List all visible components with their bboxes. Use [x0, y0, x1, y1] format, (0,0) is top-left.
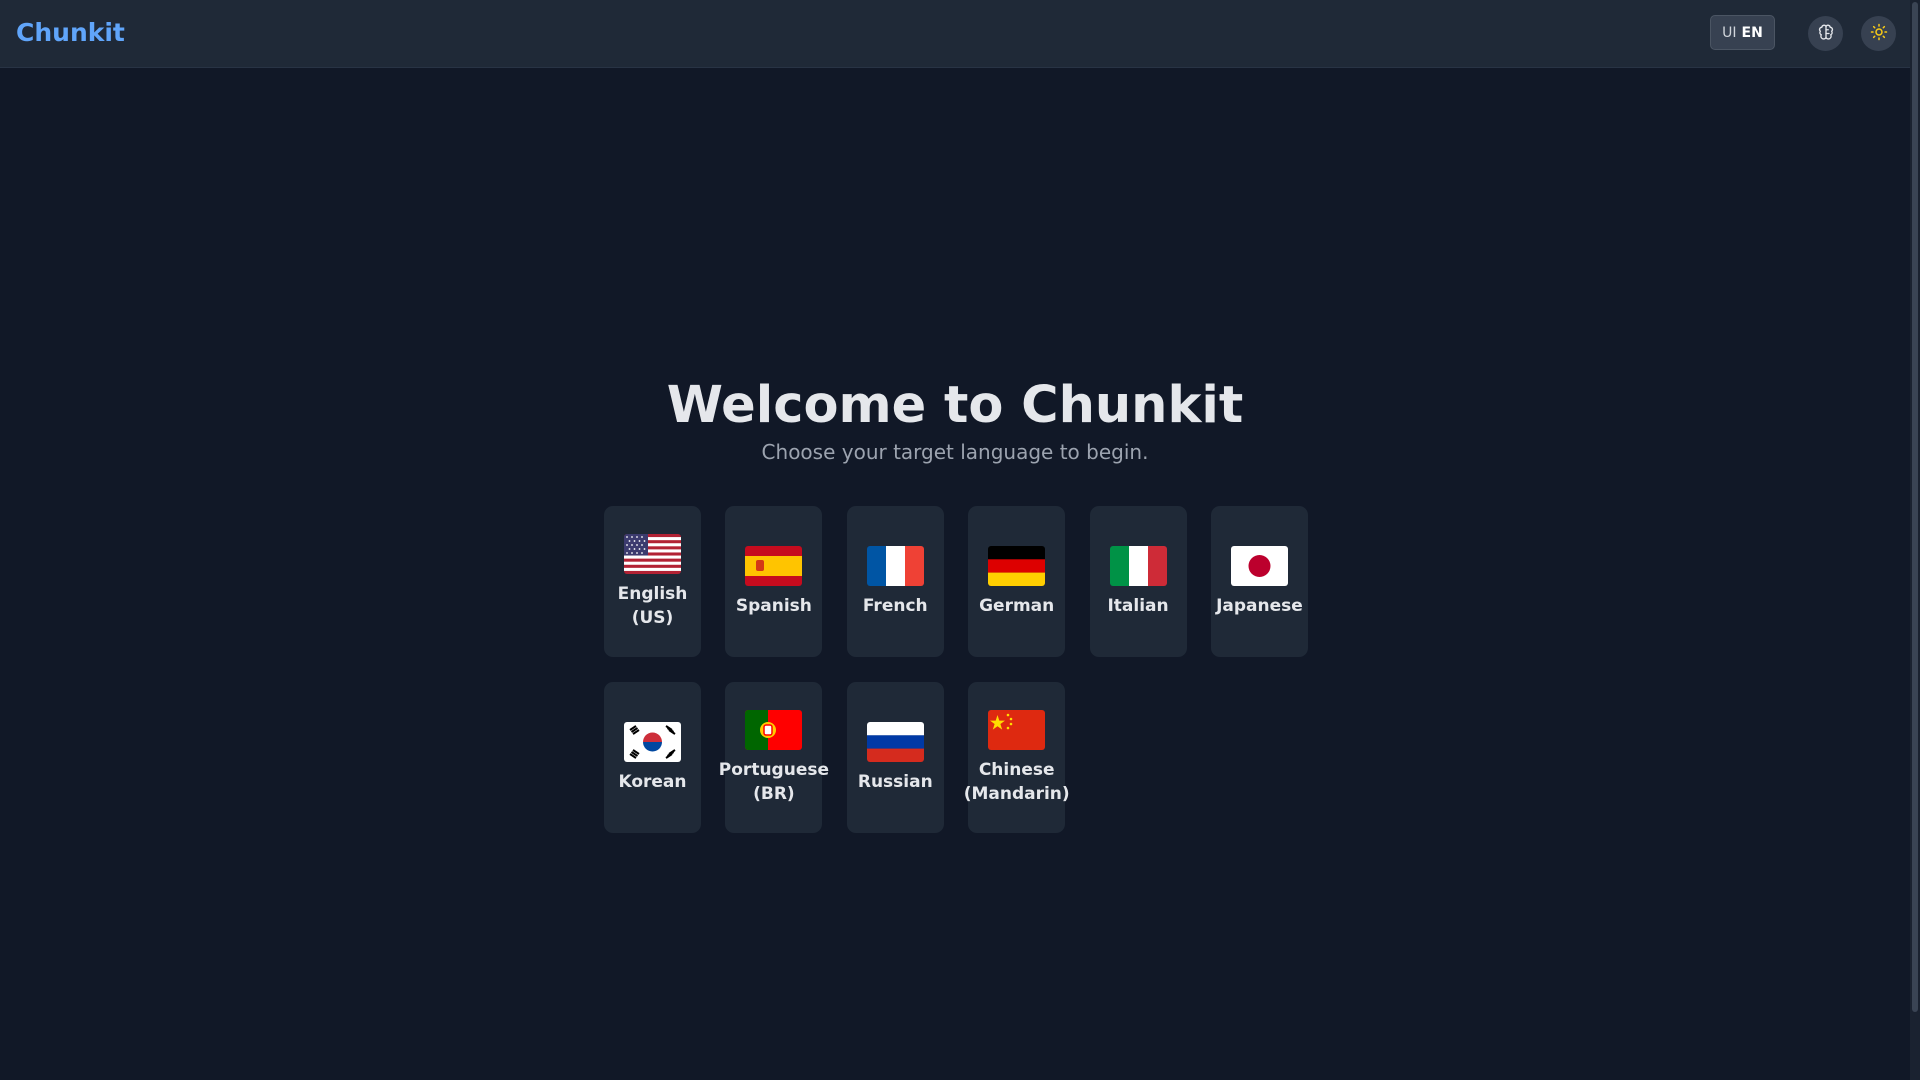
language-card-russian[interactable]: Russian [846, 682, 944, 833]
language-label: Spanish [735, 595, 812, 616]
language-label: French [862, 595, 928, 616]
ui-language-code: EN [1741, 24, 1763, 41]
kr-flag-icon [624, 721, 681, 762]
app-logo[interactable]: Chunkit [16, 16, 125, 50]
language-card-portuguese-br[interactable]: Portuguese (BR) [719, 682, 829, 833]
language-card-french[interactable]: French [846, 506, 944, 657]
language-grid: English (US) Spanish French German Itali… [604, 506, 1310, 833]
de-flag-icon [988, 545, 1046, 586]
language-label: Italian [1107, 595, 1169, 616]
language-card-japanese[interactable]: Japanese [1210, 506, 1308, 657]
it-flag-icon [1109, 545, 1167, 586]
scrollbar-thumb[interactable] [1912, 2, 1918, 1012]
page-scrollbar[interactable] [1910, 0, 1920, 1080]
us-flag-icon [624, 533, 681, 574]
language-label: Korean [618, 771, 687, 792]
jp-flag-icon [1230, 545, 1288, 586]
language-card-korean[interactable]: Korean [604, 682, 701, 833]
ui-language-button[interactable]: UI EN [1710, 15, 1775, 50]
brain-icon [1817, 23, 1835, 45]
welcome-title: Welcome to Chunkit [666, 376, 1244, 435]
language-card-english-us[interactable]: English (US) [604, 506, 701, 657]
cn-flag-icon [988, 709, 1046, 750]
es-flag-icon [745, 545, 803, 586]
pt-flag-icon [745, 709, 803, 750]
fr-flag-icon [866, 545, 924, 586]
language-label: Russian [857, 771, 933, 792]
ru-flag-icon [866, 721, 924, 762]
language-label: Japanese [1216, 595, 1303, 616]
ui-language-prefix: UI [1722, 24, 1737, 41]
language-card-italian[interactable]: Italian [1089, 506, 1187, 657]
sun-icon [1870, 23, 1888, 45]
welcome-subtitle: Choose your target language to begin. [761, 440, 1149, 464]
language-label: Chinese (Mandarin) [963, 759, 1070, 804]
language-label: English (US) [617, 583, 688, 628]
language-label: Portuguese (BR) [718, 759, 829, 804]
language-card-german[interactable]: German [968, 506, 1066, 657]
language-label: German [979, 595, 1055, 616]
ai-settings-button[interactable] [1808, 16, 1843, 51]
language-card-spanish[interactable]: Spanish [725, 506, 823, 657]
theme-toggle-button[interactable] [1861, 16, 1896, 51]
language-card-chinese-mandarin[interactable]: Chinese (Mandarin) [964, 682, 1070, 833]
top-bar: Chunkit UI EN [0, 0, 1910, 68]
